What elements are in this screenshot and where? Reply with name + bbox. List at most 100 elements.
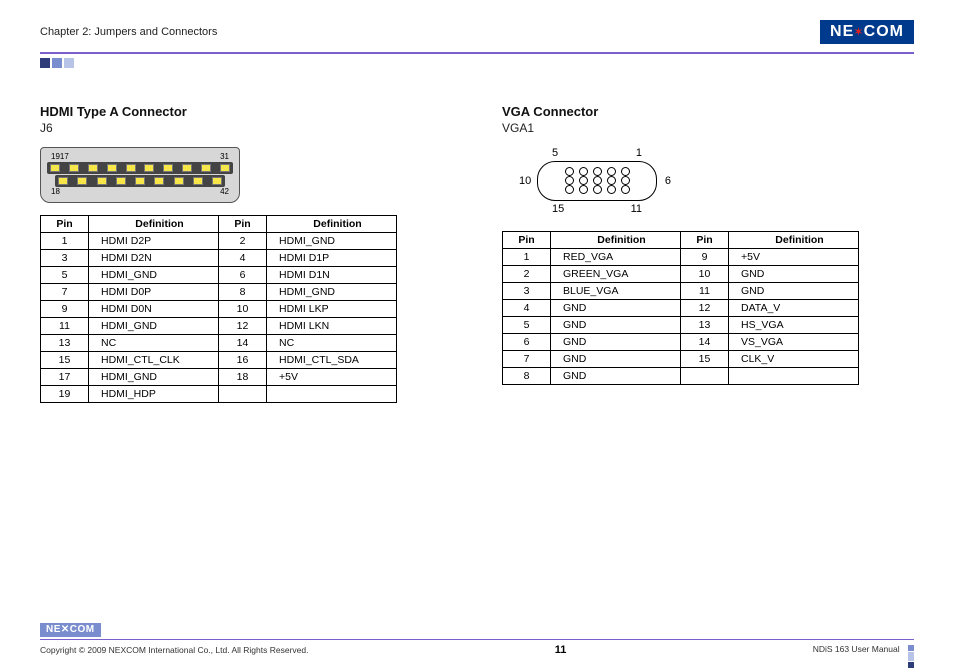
vga-connector-diagram: 5 1 10 6 15: [512, 147, 682, 215]
cell-pin: 7: [503, 351, 551, 368]
th-pin: Pin: [41, 216, 89, 233]
cell-definition: HDMI_GND: [89, 318, 219, 335]
manual-name-text: NDiS 163 User Manual: [813, 644, 900, 654]
cell-definition: +5V: [267, 369, 397, 386]
cell-definition: GND: [551, 317, 681, 334]
cell-definition: HDMI LKN: [267, 318, 397, 335]
hdmi-connector-diagram: 19 17 3 1 18 4 2: [40, 147, 240, 203]
cell-pin: 3: [41, 250, 89, 267]
vga-pin-label: 15: [552, 203, 564, 215]
cell-definition: HDMI D2P: [89, 233, 219, 250]
cell-definition: GND: [729, 283, 859, 300]
cell-pin: 12: [219, 318, 267, 335]
cell-pin: 5: [41, 267, 89, 284]
cell-pin: 6: [219, 267, 267, 284]
vga-pinout-table: Pin Definition Pin Definition 1RED_VGA9+…: [502, 231, 859, 385]
table-row: 17HDMI_GND18+5V: [41, 369, 397, 386]
cell-definition: HDMI_GND: [89, 369, 219, 386]
cell-definition: GND: [551, 368, 681, 385]
cell-pin: [219, 386, 267, 403]
decorative-squares-icon: [908, 643, 914, 656]
cell-definition: HDMI_CTL_CLK: [89, 352, 219, 369]
cell-definition: NC: [89, 335, 219, 352]
cell-pin: 2: [219, 233, 267, 250]
table-row: 9HDMI D0N10HDMI LKP: [41, 301, 397, 318]
table-row: 2GREEN_VGA10GND: [503, 266, 859, 283]
cell-pin: 4: [503, 300, 551, 317]
cell-pin: 6: [503, 334, 551, 351]
cell-definition: HDMI_GND: [89, 267, 219, 284]
table-row: 13NC14NC: [41, 335, 397, 352]
hdmi-pin-row-top: [47, 162, 233, 174]
cell-pin: 14: [681, 334, 729, 351]
cell-definition: HDMI_HDP: [89, 386, 219, 403]
manual-name: NDiS 163 User Manual: [813, 643, 914, 656]
main-content: HDMI Type A Connector J6 19 17 3 1 18: [40, 104, 914, 403]
vga-pin-label: 1: [636, 147, 642, 159]
table-row: 1HDMI D2P2HDMI_GND: [41, 233, 397, 250]
table-row: 5GND13HS_VGA: [503, 317, 859, 334]
hdmi-pinout-table: Pin Definition Pin Definition 1HDMI D2P2…: [40, 215, 397, 403]
cell-pin: 13: [41, 335, 89, 352]
cell-pin: 11: [41, 318, 89, 335]
cell-definition: HDMI D1N: [267, 267, 397, 284]
cell-definition: HDMI_CTL_SDA: [267, 352, 397, 369]
cell-pin: 7: [41, 284, 89, 301]
th-def: Definition: [729, 232, 859, 249]
footer-divider: [40, 639, 914, 641]
table-row: 6GND14VS_VGA: [503, 334, 859, 351]
th-pin: Pin: [219, 216, 267, 233]
th-def: Definition: [267, 216, 397, 233]
vga-designator: VGA1: [502, 121, 914, 135]
hdmi-pin-row-bottom: [55, 175, 225, 187]
cell-pin: 8: [503, 368, 551, 385]
cell-definition: GND: [729, 266, 859, 283]
logo-part-2: COM: [864, 23, 904, 41]
table-row: 7HDMI D0P8HDMI_GND: [41, 284, 397, 301]
th-def: Definition: [551, 232, 681, 249]
hdmi-pin-label: 17: [60, 152, 69, 161]
page-footer: NE✕COM Copyright © 2009 NEXCOM Internati…: [40, 620, 914, 657]
vga-pin-label: 11: [631, 203, 642, 215]
header-divider: [40, 52, 914, 54]
cell-definition: CLK_V: [729, 351, 859, 368]
cell-pin: 3: [503, 283, 551, 300]
table-row: 11HDMI_GND12HDMI LKN: [41, 318, 397, 335]
cell-pin: 10: [219, 301, 267, 318]
logo-part-1: NE: [830, 23, 854, 41]
logo-x-icon: ✕: [61, 624, 70, 635]
cell-pin: 18: [219, 369, 267, 386]
cell-definition: HDMI LKP: [267, 301, 397, 318]
cell-pin: 12: [681, 300, 729, 317]
th-def: Definition: [89, 216, 219, 233]
cell-pin: 5: [503, 317, 551, 334]
cell-pin: 8: [219, 284, 267, 301]
cell-definition: VS_VGA: [729, 334, 859, 351]
copyright-text: Copyright © 2009 NEXCOM International Co…: [40, 645, 308, 655]
hdmi-pin-label: 18: [51, 187, 60, 196]
table-row: 4GND12DATA_V: [503, 300, 859, 317]
th-pin: Pin: [681, 232, 729, 249]
vga-title: VGA Connector: [502, 104, 914, 119]
hdmi-pin-label: 2: [225, 187, 229, 196]
cell-pin: 10: [681, 266, 729, 283]
cell-pin: [681, 368, 729, 385]
page-header: Chapter 2: Jumpers and Connectors NE✶COM: [40, 18, 914, 46]
cell-definition: GND: [551, 334, 681, 351]
cell-definition: GND: [551, 300, 681, 317]
cell-definition: DATA_V: [729, 300, 859, 317]
table-row: 3HDMI D2N4HDMI D1P: [41, 250, 397, 267]
cell-pin: 19: [41, 386, 89, 403]
cell-definition: NC: [267, 335, 397, 352]
cell-pin: 1: [41, 233, 89, 250]
cell-pin: 15: [681, 351, 729, 368]
cell-definition: GREEN_VGA: [551, 266, 681, 283]
th-pin: Pin: [503, 232, 551, 249]
cell-pin: 15: [41, 352, 89, 369]
table-row: 19HDMI_HDP: [41, 386, 397, 403]
table-row: 7GND15CLK_V: [503, 351, 859, 368]
cell-pin: 9: [681, 249, 729, 266]
vga-pin-label: 10: [519, 175, 531, 187]
hdmi-title: HDMI Type A Connector: [40, 104, 452, 119]
chapter-title: Chapter 2: Jumpers and Connectors: [40, 26, 217, 38]
